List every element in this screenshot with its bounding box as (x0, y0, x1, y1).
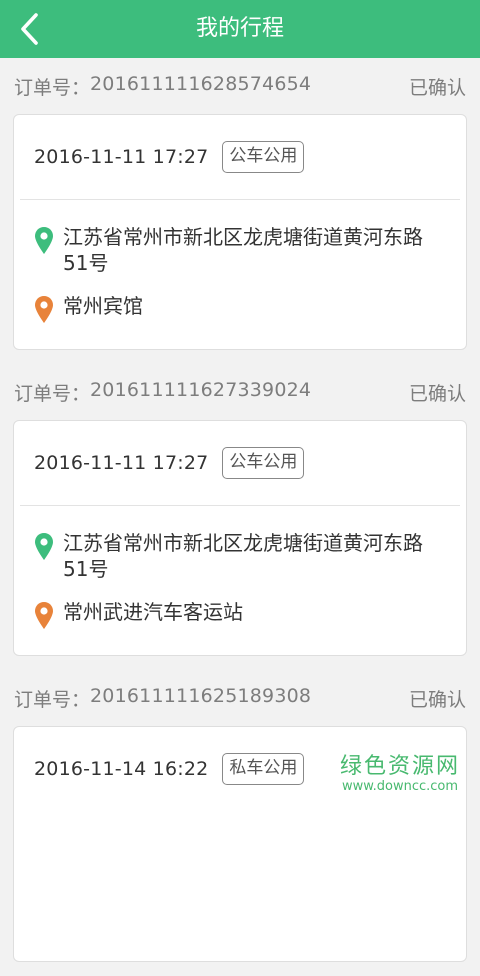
order-header: 订单号： 201611111628574654 已确认 (0, 58, 480, 114)
back-button[interactable] (0, 0, 58, 58)
order-header: 订单号： 201611111627339024 已确认 (0, 364, 480, 420)
trip-datetime: 2016-11-14 16:22 (34, 758, 208, 780)
destination-address: 常州宾馆 (63, 293, 143, 319)
origin-address: 江苏省常州市新北区龙虎塘街道黄河东路51号 (63, 224, 446, 276)
page-title: 我的行程 (0, 0, 480, 58)
origin-row: 江苏省常州市新北区龙虎塘街道黄河东路51号 (34, 224, 446, 276)
watermark: 绿色资源网 www.downcc.com (340, 754, 460, 794)
order-status: 已确认 (409, 685, 466, 712)
order-status: 已确认 (409, 379, 466, 406)
trip-type-tag: 公车公用 (222, 447, 304, 479)
order-number-label: 订单号： (14, 73, 90, 100)
map-pin-orange-icon (34, 601, 54, 631)
destination-address: 常州武进汽车客运站 (63, 599, 243, 625)
order-item: 订单号： 201611111627339024 已确认 2016-11-11 1… (0, 364, 480, 670)
order-number-label: 订单号： (14, 379, 90, 406)
origin-address: 江苏省常州市新北区龙虎塘街道黄河东路51号 (63, 530, 446, 582)
map-pin-orange-icon (34, 295, 54, 325)
order-number: 201611111627339024 (90, 379, 311, 406)
app-header: 我的行程 (0, 0, 480, 58)
trip-card[interactable]: 2016-11-11 17:27 公车公用 江苏省常州市新北区龙虎塘街道黄河东路… (13, 114, 467, 350)
map-pin-green-icon (34, 532, 54, 562)
chevron-left-icon (18, 12, 40, 46)
trip-datetime: 2016-11-11 17:27 (34, 146, 208, 168)
order-status: 已确认 (409, 73, 466, 100)
destination-row: 常州武进汽车客运站 (34, 599, 446, 631)
destination-row: 常州宾馆 (34, 293, 446, 325)
order-number: 201611111628574654 (90, 73, 311, 100)
watermark-main: 绿色资源网 (340, 754, 460, 780)
order-item: 订单号： 201611111628574654 已确认 2016-11-11 1… (0, 58, 480, 364)
trip-type-tag: 私车公用 (222, 753, 304, 785)
map-pin-green-icon (34, 226, 54, 256)
order-item: 订单号： 201611111625189308 已确认 2016-11-14 1… (0, 670, 480, 976)
trip-card[interactable]: 2016-11-11 17:27 公车公用 江苏省常州市新北区龙虎塘街道黄河东路… (13, 420, 467, 656)
trip-type-tag: 公车公用 (222, 141, 304, 173)
watermark-url: www.downcc.com (340, 780, 460, 794)
order-number: 201611111625189308 (90, 685, 311, 712)
trip-datetime: 2016-11-11 17:27 (34, 452, 208, 474)
divider (20, 505, 460, 506)
trip-list[interactable]: 订单号： 201611111628574654 已确认 2016-11-11 1… (0, 58, 480, 976)
order-number-label: 订单号： (14, 685, 90, 712)
origin-row: 江苏省常州市新北区龙虎塘街道黄河东路51号 (34, 530, 446, 582)
order-header: 订单号： 201611111625189308 已确认 (0, 670, 480, 726)
divider (20, 199, 460, 200)
